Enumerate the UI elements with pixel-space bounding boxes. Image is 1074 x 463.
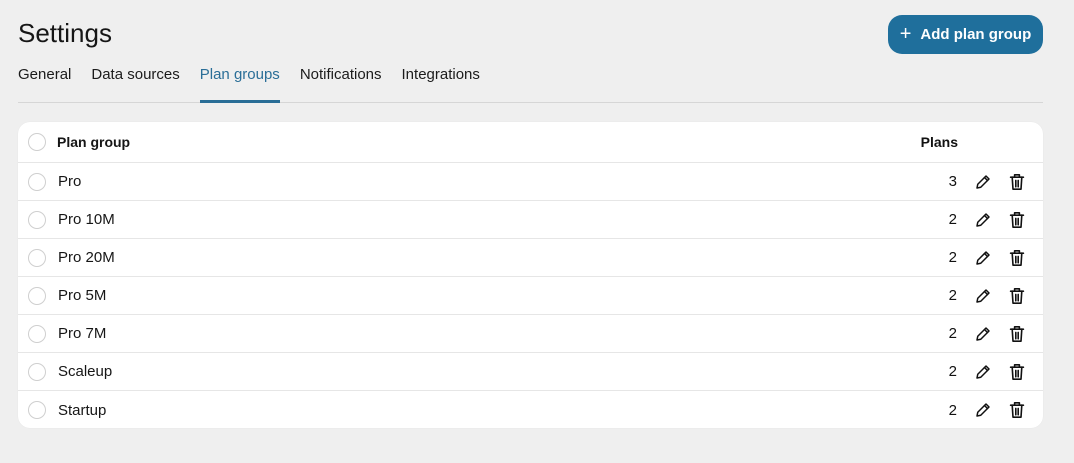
table-row: Pro 7M 2: [18, 315, 1043, 353]
plan-count: 2: [948, 249, 957, 266]
trash-icon[interactable]: [1006, 361, 1028, 383]
plan-group-name: Pro: [58, 173, 82, 190]
plan-count: 2: [948, 287, 957, 304]
add-plan-group-label: Add plan group: [920, 26, 1032, 43]
pencil-icon[interactable]: [972, 171, 994, 193]
plus-icon: +: [899, 22, 912, 45]
plan-groups-table: Plan group Plans Pro 3 Pro 10M 2 Pro 20M…: [18, 122, 1043, 428]
settings-page: Settings + Add plan group General Data s…: [0, 0, 1074, 463]
trash-icon[interactable]: [1006, 399, 1028, 421]
table-row: Pro 20M 2: [18, 239, 1043, 277]
plan-count: 2: [948, 211, 957, 228]
add-plan-group-button[interactable]: + Add plan group: [888, 15, 1043, 54]
plan-group-name: Pro 10M: [58, 211, 115, 228]
trash-icon[interactable]: [1006, 247, 1028, 269]
table-row: Pro 10M 2: [18, 201, 1043, 239]
trash-icon[interactable]: [1006, 285, 1028, 307]
row-select-radio[interactable]: [28, 286, 46, 305]
tab-plan-groups[interactable]: Plan groups: [199, 64, 280, 103]
plan-count: 3: [948, 173, 957, 190]
settings-tabs: General Data sources Plan groups Notific…: [18, 64, 1043, 103]
row-select-radio[interactable]: [28, 172, 46, 191]
page-title: Settings: [18, 18, 112, 48]
table-row: Pro 3: [18, 163, 1043, 201]
plan-group-name: Scaleup: [58, 363, 113, 380]
trash-icon[interactable]: [1006, 209, 1028, 231]
plan-count: 2: [948, 363, 957, 380]
pencil-icon[interactable]: [972, 285, 994, 307]
column-header-plans: Plans: [920, 134, 958, 150]
table-row: Pro 5M 2: [18, 277, 1043, 315]
tab-notifications[interactable]: Notifications: [300, 64, 382, 101]
plan-count: 2: [948, 325, 957, 342]
select-all-radio[interactable]: [28, 133, 46, 151]
tab-data-sources[interactable]: Data sources: [91, 64, 179, 101]
pencil-icon[interactable]: [972, 361, 994, 383]
table-row: Scaleup 2: [18, 353, 1043, 391]
tab-integrations[interactable]: Integrations: [402, 64, 480, 101]
row-select-radio[interactable]: [28, 210, 46, 229]
table-row: Startup 2: [18, 391, 1043, 428]
plan-group-name: Pro 5M: [58, 287, 107, 304]
table-header: Plan group Plans: [18, 122, 1043, 163]
pencil-icon[interactable]: [972, 247, 994, 269]
row-select-radio[interactable]: [28, 248, 46, 267]
tab-general[interactable]: General: [18, 64, 71, 101]
row-select-radio[interactable]: [28, 324, 46, 343]
plan-count: 2: [948, 401, 957, 419]
trash-icon[interactable]: [1006, 323, 1028, 345]
pencil-icon[interactable]: [972, 399, 994, 421]
row-select-radio[interactable]: [28, 401, 46, 419]
column-header-plan-group: Plan group: [57, 134, 131, 150]
row-select-radio[interactable]: [28, 362, 46, 381]
plan-group-name: Pro 20M: [58, 249, 115, 266]
pencil-icon[interactable]: [972, 209, 994, 231]
plan-group-name: Pro 7M: [58, 325, 107, 342]
plan-group-name: Startup: [58, 401, 107, 419]
pencil-icon[interactable]: [972, 323, 994, 345]
trash-icon[interactable]: [1006, 171, 1028, 193]
